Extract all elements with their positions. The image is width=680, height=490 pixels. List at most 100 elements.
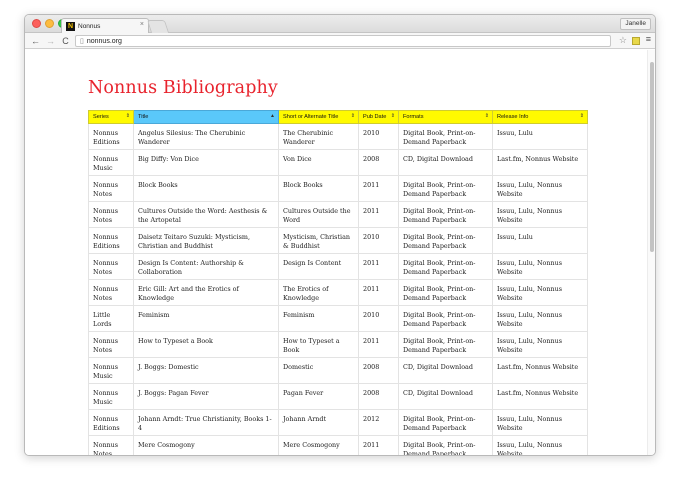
cell-pub-date: 2011 bbox=[358, 253, 399, 280]
cell-series: Nonnus Editions bbox=[88, 227, 134, 254]
column-header-title[interactable]: Title ▲ bbox=[133, 110, 279, 124]
table-row: Nonnus Editions Angelus Silesius: The Che… bbox=[88, 123, 588, 150]
column-header-formats[interactable]: Formats ⇕ bbox=[398, 110, 493, 124]
table-row: Nonnus Notes Mere Cosmogony Mere Cosmogony… bbox=[88, 435, 588, 455]
cell-title: Block Books bbox=[133, 175, 279, 202]
cell-short-title: Design Is Content bbox=[278, 253, 359, 280]
column-header-label: Title bbox=[138, 114, 149, 120]
column-header-series[interactable]: Series ⇕ bbox=[88, 110, 134, 124]
cell-pub-date: 2011 bbox=[358, 201, 399, 228]
close-window-button[interactable] bbox=[32, 19, 41, 28]
url-text[interactable]: nonnus.org bbox=[87, 38, 122, 45]
cell-series: Nonnus Music bbox=[88, 383, 134, 410]
cell-title: Daisetz Teitaro Suzuki: Mysticism, Chris… bbox=[133, 227, 279, 254]
cell-series: Little Lords bbox=[88, 305, 134, 332]
cell-formats: Digital Book, Print-on-Demand Paperback bbox=[398, 305, 493, 332]
table-row: Nonnus Editions Johann Arndt: True Christ… bbox=[88, 409, 588, 436]
cell-short-title: Mere Cosmogony bbox=[278, 435, 359, 455]
cell-release-info: Issuu, Lulu, Nonnus Website bbox=[492, 409, 588, 436]
cell-formats: Digital Book, Print-on-Demand Paperback bbox=[398, 409, 493, 436]
extension-icon[interactable] bbox=[632, 37, 640, 45]
column-header-label: Series bbox=[93, 114, 109, 120]
sort-icon: ⇕ bbox=[125, 113, 130, 119]
browser-tab[interactable]: N Nonnus × bbox=[61, 18, 149, 34]
cell-short-title: Block Books bbox=[278, 175, 359, 202]
cell-formats: CD, Digital Download bbox=[398, 149, 493, 176]
cell-title: Feminism bbox=[133, 305, 279, 332]
cell-series: Nonnus Editions bbox=[88, 123, 134, 150]
bookmark-star-icon[interactable]: ☆ bbox=[619, 35, 627, 46]
cell-title: Cultures Outside the Word: Aesthesis & t… bbox=[133, 201, 279, 228]
cell-release-info: Issuu, Lulu, Nonnus Website bbox=[492, 175, 588, 202]
nonnus-favicon-icon: N bbox=[66, 22, 75, 31]
cell-pub-date: 2010 bbox=[358, 305, 399, 332]
cell-title: Johann Arndt: True Christianity, Books 1… bbox=[133, 409, 279, 436]
cell-release-info: Last.fm, Nonnus Website bbox=[492, 149, 588, 176]
column-header-short-title[interactable]: Short or Alternate Title ⇕ bbox=[278, 110, 359, 124]
back-arrow-icon[interactable]: ← bbox=[31, 36, 40, 46]
column-header-pub-date[interactable]: Pub Date ⇕ bbox=[358, 110, 399, 124]
cell-formats: Digital Book, Print-on-Demand Paperback bbox=[398, 435, 493, 455]
cell-pub-date: 2011 bbox=[358, 435, 399, 455]
forward-arrow-icon[interactable]: → bbox=[46, 36, 55, 46]
title-bar: N Nonnus × Janelle bbox=[25, 15, 655, 34]
column-header-release-info[interactable]: Release Info ⇕ bbox=[492, 110, 588, 124]
cell-short-title: The Cherubinic Wanderer bbox=[278, 123, 359, 150]
scrollbar-thumb[interactable] bbox=[650, 62, 654, 252]
cell-pub-date: 2012 bbox=[358, 409, 399, 436]
cell-pub-date: 2011 bbox=[358, 331, 399, 358]
reload-icon[interactable]: C bbox=[61, 36, 70, 46]
cell-series: Nonnus Music bbox=[88, 357, 134, 384]
browser-menu-icon[interactable]: ≡ bbox=[646, 34, 651, 44]
cell-title: J. Boggs: Domestic bbox=[133, 357, 279, 384]
cell-series: Nonnus Notes bbox=[88, 435, 134, 455]
cell-pub-date: 2008 bbox=[358, 383, 399, 410]
page-title: Nonnus Bibliography bbox=[88, 78, 278, 98]
sort-icon: ⇕ bbox=[484, 113, 489, 119]
cell-release-info: Issuu, Lulu, Nonnus Website bbox=[492, 305, 588, 332]
cell-release-info: Last.fm, Nonnus Website bbox=[492, 383, 588, 410]
cell-release-info: Issuu, Lulu, Nonnus Website bbox=[492, 331, 588, 358]
sort-icon: ⇕ bbox=[579, 113, 584, 119]
cell-release-info: Issuu, Lulu, Nonnus Website bbox=[492, 279, 588, 306]
cell-pub-date: 2008 bbox=[358, 149, 399, 176]
cell-series: Nonnus Notes bbox=[88, 331, 134, 358]
cell-pub-date: 2011 bbox=[358, 279, 399, 306]
cell-series: Nonnus Notes bbox=[88, 253, 134, 280]
cell-short-title: Von Dice bbox=[278, 149, 359, 176]
cell-title: Design Is Content: Authorship & Collabor… bbox=[133, 253, 279, 280]
cell-formats: Digital Book, Print-on-Demand Paperback bbox=[398, 331, 493, 358]
table-row: Nonnus Notes Design Is Content: Authorshi… bbox=[88, 253, 588, 280]
cell-short-title: Cultures Outside the Word bbox=[278, 201, 359, 228]
cell-series: Nonnus Music bbox=[88, 149, 134, 176]
tab-close-icon[interactable]: × bbox=[140, 21, 144, 28]
sort-ascending-icon: ▲ bbox=[270, 113, 275, 119]
page-viewport: Nonnus Bibliography Series ⇕ Title ▲ Short… bbox=[25, 50, 649, 455]
bibliography-table: Series ⇕ Title ▲ Short or Alternate Title ⇕… bbox=[88, 110, 588, 455]
minimize-window-button[interactable] bbox=[45, 19, 54, 28]
cell-series: Nonnus Notes bbox=[88, 201, 134, 228]
cell-pub-date: 2008 bbox=[358, 357, 399, 384]
table-row: Nonnus Notes How to Typeset a Book How to … bbox=[88, 331, 588, 358]
page-icon: ▯ bbox=[80, 38, 84, 45]
browser-toolbar: ← → C ⌂ ▯ nonnus.org ☆ ≡ bbox=[25, 33, 655, 49]
profile-button[interactable]: Janelle bbox=[620, 18, 651, 30]
cell-series: Nonnus Editions bbox=[88, 409, 134, 436]
cell-title: J. Boggs: Pagan Fever bbox=[133, 383, 279, 410]
cell-pub-date: 2011 bbox=[358, 175, 399, 202]
column-header-label: Short or Alternate Title bbox=[283, 114, 339, 120]
column-header-label: Pub Date bbox=[363, 114, 387, 120]
vertical-scrollbar[interactable] bbox=[647, 50, 655, 455]
cell-title: Angelus Silesius: The Cherubinic Wandere… bbox=[133, 123, 279, 150]
table-row: Nonnus Notes Cultures Outside the Word: A… bbox=[88, 201, 588, 228]
cell-short-title: Mysticism, Christian & Buddhist bbox=[278, 227, 359, 254]
cell-formats: Digital Book, Print-on-Demand Paperback bbox=[398, 279, 493, 306]
address-bar[interactable]: ▯ nonnus.org bbox=[75, 35, 611, 47]
cell-series: Nonnus Notes bbox=[88, 279, 134, 306]
table-row: Nonnus Music Big Diffy: Von Dice Von Dice 2… bbox=[88, 149, 588, 176]
cell-title: Big Diffy: Von Dice bbox=[133, 149, 279, 176]
cell-series: Nonnus Notes bbox=[88, 175, 134, 202]
cell-formats: CD, Digital Download bbox=[398, 383, 493, 410]
new-tab-button[interactable] bbox=[146, 20, 170, 33]
cell-title: How to Typeset a Book bbox=[133, 331, 279, 358]
